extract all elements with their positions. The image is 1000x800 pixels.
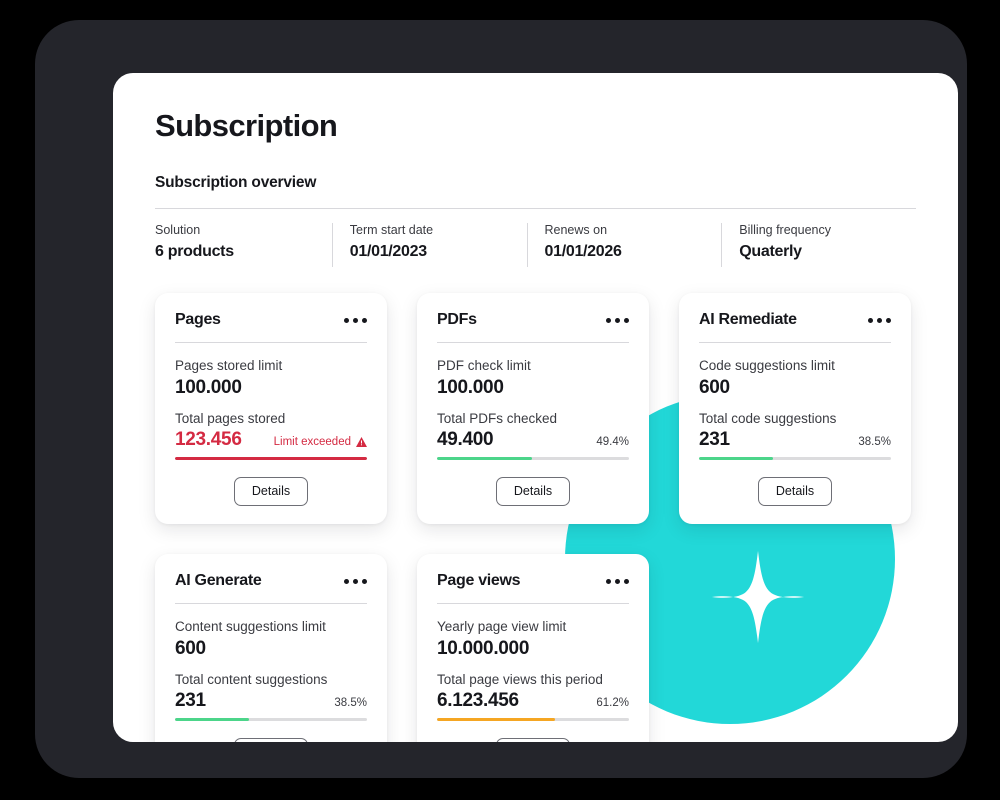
usage-percent-label: 38.5% [334, 697, 367, 710]
limit-value: 100.000 [175, 376, 242, 398]
usage-row: 123.456 Limit exceeded [175, 429, 367, 451]
usage-percent-label: 61.2% [596, 697, 629, 710]
more-options-icon[interactable] [868, 317, 891, 323]
more-options-icon[interactable] [606, 578, 629, 584]
card-footer: Details [175, 738, 367, 742]
product-card: AI Remediate Code suggestions limit 600 Tot… [679, 293, 911, 525]
usage-block: Total PDFs checked 49.400 49.4% [437, 410, 629, 461]
card-header: Pages [175, 311, 367, 343]
usage-row: 49.400 49.4% [437, 429, 629, 451]
limit-label: Yearly page view limit [437, 619, 567, 635]
limit-value: 100.000 [437, 376, 504, 398]
usage-value: 123.456 [175, 429, 242, 451]
usage-progress-bar [175, 718, 367, 722]
overview-value: 01/01/2026 [544, 243, 622, 260]
card-title: AI Generate [175, 572, 262, 590]
usage-progress-fill [175, 718, 249, 722]
card-title: PDFs [437, 311, 477, 328]
usage-block: Total content suggestions 231 38.5% [175, 671, 367, 722]
usage-row: 231 38.5% [699, 429, 891, 451]
card-footer: Details [437, 738, 629, 742]
details-button[interactable]: Details [233, 738, 309, 742]
details-button[interactable]: Details [495, 477, 571, 507]
usage-block: Total page views this period 6.123.456 61.… [437, 671, 629, 722]
overview-value: Quaterly [739, 243, 802, 260]
usage-percent-label: 49.4% [596, 436, 629, 449]
page-content: Subscription Subscription overview Solut… [113, 73, 958, 742]
product-card-grid: Pages Pages stored limit 100.000 Total page… [155, 293, 916, 742]
usage-progress-bar [699, 457, 891, 461]
limit-label: Code suggestions limit [699, 358, 835, 373]
card-title: Pages [175, 311, 221, 328]
usage-row: 6.123.456 61.2% [437, 690, 629, 712]
usage-progress-fill [175, 457, 367, 461]
usage-progress-bar [175, 457, 367, 461]
usage-label: Total pages stored [175, 410, 286, 426]
usage-progress-bar [437, 457, 629, 461]
usage-block: Total code suggestions 231 38.5% [699, 410, 891, 461]
limit-value: 600 [699, 376, 730, 398]
card-header: AI Remediate [699, 311, 891, 343]
details-button[interactable]: Details [495, 738, 571, 742]
more-options-icon[interactable] [344, 317, 367, 323]
section-title: Subscription overview [155, 174, 317, 191]
usage-label: Total page views this period [437, 671, 603, 687]
usage-progress-fill [437, 457, 532, 461]
limit-value: 10.000.000 [437, 637, 530, 659]
device-bezel: Subscription Subscription overview Solut… [35, 20, 967, 778]
product-card: Pages Pages stored limit 100.000 Total page… [155, 293, 387, 525]
usage-label: Total PDFs checked [437, 410, 558, 426]
usage-value: 49.400 [437, 429, 494, 451]
details-button[interactable]: Details [233, 477, 309, 507]
limit-value: 600 [175, 637, 206, 659]
card-header: AI Generate [175, 572, 367, 605]
usage-progress-fill [699, 457, 773, 461]
product-card: AI Generate Content suggestions limit 600 T… [155, 554, 387, 742]
usage-block: Total pages stored 123.456 Limit exceeded [175, 410, 367, 461]
overview-label: Solution [155, 223, 201, 237]
limit-label: PDF check limit [437, 358, 531, 373]
overview-value: 01/01/2023 [349, 243, 427, 260]
overview-label: Billing frequency [739, 223, 831, 237]
usage-progress-fill [437, 718, 555, 722]
limit-exceeded-label: Limit exceeded [273, 436, 351, 449]
card-title: AI Remediate [699, 311, 797, 328]
app-page-surface: Subscription Subscription overview Solut… [113, 73, 958, 742]
status-badge: Limit exceeded [274, 436, 367, 448]
overview-label: Term start date [349, 223, 434, 237]
product-card: PDFs PDF check limit 100.000 Total PDFs che… [417, 293, 649, 525]
overview-cell-renews-on: Renews on 01/01/2026 [526, 223, 722, 267]
overview-cell-billing-frequency: Billing frequency Quaterly [721, 223, 916, 267]
usage-percent-label: 38.5% [858, 436, 891, 449]
page-title: Subscription [155, 108, 338, 143]
card-footer: Details [175, 477, 367, 507]
more-options-icon[interactable] [344, 578, 367, 584]
details-button[interactable]: Details [757, 477, 833, 507]
overview-label: Renews on [544, 223, 608, 237]
card-header: Page views [437, 572, 629, 605]
limit-label: Pages stored limit [175, 358, 283, 373]
card-footer: Details [699, 477, 891, 507]
card-title: Page views [437, 572, 521, 590]
usage-value: 231 [175, 690, 206, 712]
usage-label: Total content suggestions [175, 671, 328, 687]
usage-row: 231 38.5% [175, 690, 367, 712]
card-footer: Details [437, 477, 629, 507]
usage-value: 231 [699, 429, 730, 451]
card-header: PDFs [437, 311, 629, 343]
usage-value: 6.123.456 [437, 690, 519, 712]
overview-cell-solution: Solution 6 products [155, 223, 332, 267]
overview-value: 6 products [155, 243, 234, 260]
warning-triangle-icon [356, 437, 367, 448]
more-options-icon[interactable] [606, 317, 629, 323]
overview-cell-term-start-date: Term start date 01/01/2023 [331, 223, 527, 267]
subscription-overview-strip: Solution 6 products Term start date 01/0… [155, 208, 916, 267]
usage-progress-bar [437, 718, 629, 722]
product-card: Page views Yearly page view limit 10.000.0… [417, 554, 649, 742]
usage-label: Total code suggestions [699, 410, 837, 426]
limit-label: Content suggestions limit [175, 619, 326, 635]
